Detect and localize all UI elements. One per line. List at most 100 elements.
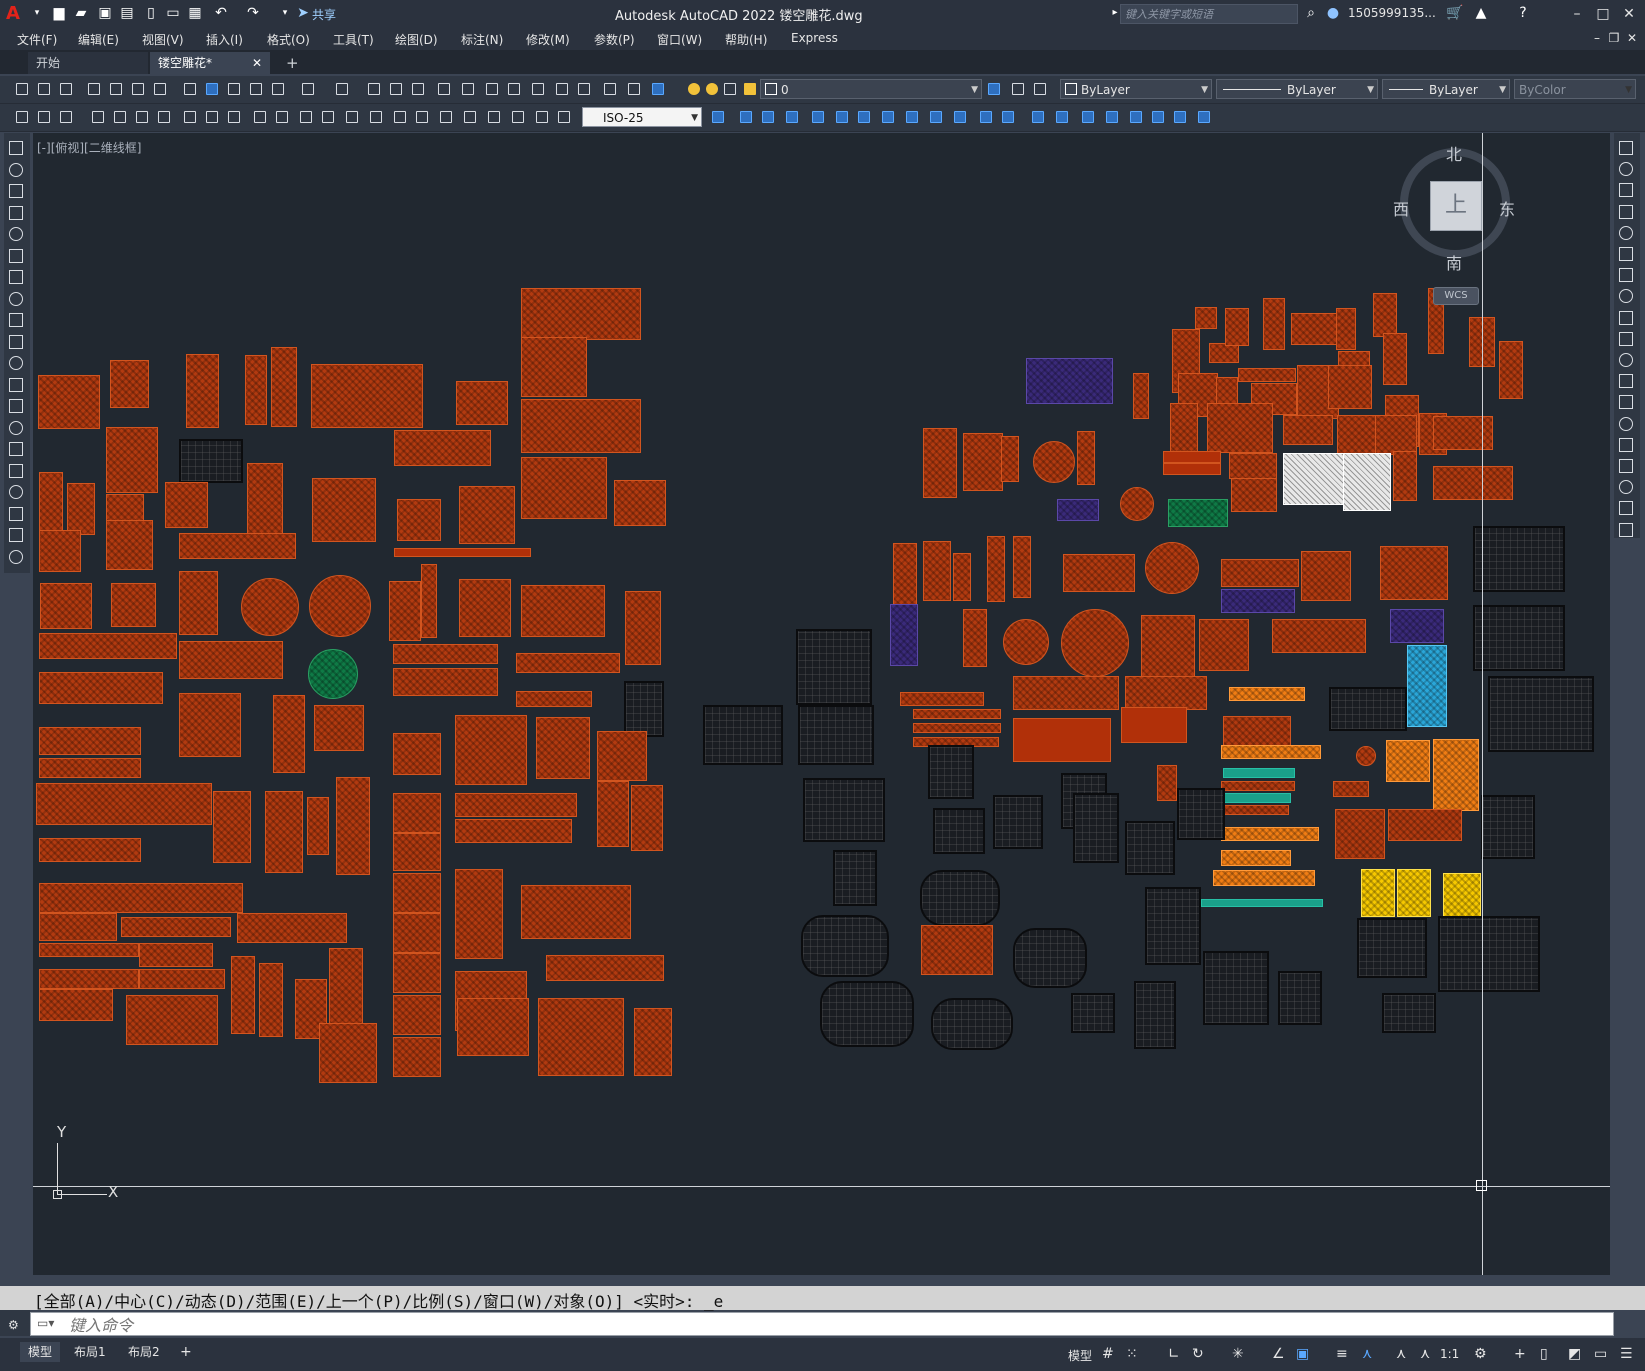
menu-insert[interactable]: 插入(I) — [206, 31, 243, 48]
carving-block[interactable] — [314, 705, 364, 751]
user-icon[interactable]: ● — [1324, 5, 1342, 21]
modify-tool-4-icon[interactable] — [784, 109, 800, 125]
carving-block[interactable] — [1473, 526, 1565, 592]
tab-start[interactable]: 开始 — [28, 52, 148, 74]
dimension-tool-22-icon[interactable] — [510, 109, 526, 125]
modify-side-tool-1-icon[interactable] — [1619, 141, 1633, 155]
compass-east[interactable]: 东 — [1499, 196, 1515, 220]
carving-block[interactable] — [928, 745, 974, 799]
carving-block[interactable] — [1283, 415, 1333, 445]
carving-block[interactable] — [1481, 795, 1535, 859]
carving-block[interactable] — [393, 644, 498, 664]
carving-block[interactable] — [1301, 551, 1351, 601]
wcs-menu[interactable]: WCS — [1433, 287, 1479, 305]
layer-states-icon[interactable] — [1032, 81, 1048, 97]
carving-block[interactable] — [1221, 589, 1295, 613]
dimension-tool-14-icon[interactable] — [320, 109, 336, 125]
carving-block[interactable] — [312, 478, 376, 542]
carving-block[interactable] — [455, 793, 577, 817]
app-menu-chevron-icon[interactable]: ▾ — [28, 5, 46, 21]
carving-block[interactable] — [1177, 788, 1225, 840]
carving-block[interactable] — [1221, 745, 1321, 759]
standard-tool-21-icon[interactable] — [506, 81, 522, 97]
carving-block[interactable] — [516, 653, 620, 673]
carving-block[interactable] — [1221, 850, 1291, 866]
carving-block[interactable] — [1145, 542, 1199, 594]
dimension-tool-15-icon[interactable] — [344, 109, 360, 125]
carving-block[interactable] — [521, 885, 631, 939]
open-icon[interactable]: ▰ — [72, 5, 90, 21]
dimension-tool-8-icon[interactable] — [182, 109, 198, 125]
carving-block[interactable] — [179, 641, 283, 679]
lineweight-icon[interactable]: ≡ — [1336, 1346, 1348, 1362]
modify-side-tool-7-icon[interactable] — [1619, 268, 1633, 283]
carving-block[interactable] — [1388, 809, 1462, 841]
carving-block[interactable] — [890, 604, 918, 666]
carving-block[interactable] — [459, 486, 515, 544]
carving-block[interactable] — [521, 337, 587, 397]
carving-block[interactable] — [1382, 993, 1436, 1033]
carving-block[interactable] — [536, 717, 590, 779]
draw-tool-13-icon[interactable] — [9, 399, 23, 413]
menu-icon[interactable]: ☰ — [1620, 1346, 1633, 1362]
modify-tool-14-icon[interactable] — [1030, 109, 1046, 125]
carving-block[interactable] — [1221, 827, 1319, 841]
carving-block[interactable] — [1221, 559, 1299, 587]
carving-block[interactable] — [1291, 313, 1337, 345]
carving-block[interactable] — [126, 995, 218, 1045]
carving-block[interactable] — [39, 969, 139, 989]
standard-tool-13-icon[interactable] — [300, 81, 316, 97]
carving-block[interactable] — [39, 913, 117, 941]
carving-block[interactable] — [1335, 809, 1385, 859]
carving-block[interactable] — [1343, 453, 1391, 511]
standard-tool-26-icon[interactable] — [626, 81, 642, 97]
standard-tool-4-icon[interactable] — [86, 81, 102, 97]
carving-block[interactable] — [931, 998, 1013, 1050]
carving-block[interactable] — [241, 578, 299, 636]
carving-block[interactable] — [1229, 453, 1277, 479]
carving-block[interactable] — [1213, 870, 1315, 886]
draw-tool-14-icon[interactable] — [9, 420, 23, 435]
user-name[interactable]: 1505999135... — [1348, 6, 1436, 20]
carving-block[interactable] — [245, 355, 267, 425]
carving-block[interactable] — [1163, 463, 1221, 475]
modify-tool-11-icon[interactable] — [952, 109, 968, 125]
draw-tool-15-icon[interactable] — [9, 442, 23, 456]
carving-block[interactable] — [1121, 707, 1187, 743]
carving-block[interactable] — [1393, 451, 1417, 501]
modify-tool-3-icon[interactable] — [760, 109, 776, 125]
carving-block[interactable] — [393, 913, 441, 953]
menu-format[interactable]: 格式(O) — [267, 31, 310, 48]
carving-block[interactable] — [1223, 768, 1295, 778]
carving-block[interactable] — [39, 883, 243, 913]
object-snap-icon[interactable]: ▣ — [1296, 1346, 1309, 1362]
carving-block[interactable] — [1328, 365, 1372, 409]
carving-block[interactable] — [1013, 718, 1111, 762]
carving-block[interactable] — [393, 1037, 441, 1077]
menu-express[interactable]: Express — [791, 31, 838, 45]
share-icon[interactable]: ➤ — [294, 5, 312, 21]
standard-tool-9-icon[interactable] — [204, 81, 220, 97]
carving-block[interactable] — [38, 375, 100, 429]
carving-block[interactable] — [953, 553, 971, 601]
carving-block[interactable] — [521, 288, 641, 340]
modify-side-tool-17-icon[interactable] — [1619, 480, 1633, 495]
carving-block[interactable] — [1013, 676, 1119, 710]
dimension-tool-1-icon[interactable] — [14, 109, 30, 125]
carving-block[interactable] — [1333, 781, 1369, 797]
modify-side-tool-10-icon[interactable] — [1619, 331, 1633, 346]
draw-tool-7-icon[interactable] — [9, 270, 23, 284]
menu-window[interactable]: 窗口(W) — [657, 31, 702, 48]
carving-block[interactable] — [186, 354, 219, 428]
standard-tool-6-icon[interactable] — [130, 81, 146, 97]
undo-icon[interactable]: ↶ — [212, 5, 230, 21]
carving-block[interactable] — [39, 727, 141, 755]
layer-previous-icon[interactable] — [1010, 81, 1026, 97]
plotstyle-select[interactable]: ByColor ▼ — [1514, 79, 1636, 99]
dimension-tool-5-icon[interactable] — [112, 109, 128, 125]
carving-block[interactable] — [165, 482, 208, 528]
compass-west[interactable]: 西 — [1393, 196, 1409, 220]
carving-block[interactable] — [1380, 546, 1448, 600]
carving-block[interactable] — [39, 672, 163, 704]
modify-side-tool-13-icon[interactable] — [1619, 395, 1633, 410]
